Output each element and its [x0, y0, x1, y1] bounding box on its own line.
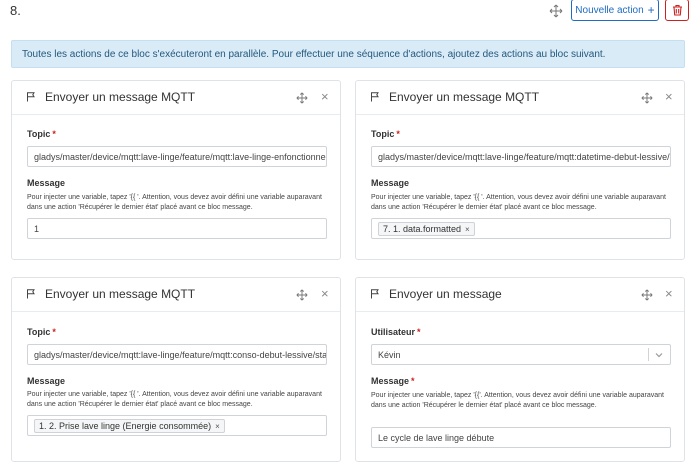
- select-separator: [648, 348, 649, 361]
- user-select-value: Kévin: [378, 350, 401, 360]
- required-mark: *: [417, 327, 421, 337]
- mqtt-action-card-1: Envoyer un message MQTT × Topic * gladys/…: [11, 80, 341, 260]
- mqtt-action-card-3: Envoyer un message MQTT × Topic * gladys/…: [11, 277, 341, 462]
- move-icon[interactable]: [641, 289, 653, 301]
- move-icon[interactable]: [641, 92, 653, 104]
- variable-help-text: Pour injecter une variable, tapez '{{ '.…: [371, 194, 666, 211]
- message-input[interactable]: 1. 2. Prise lave linge (Energie consommé…: [27, 415, 327, 436]
- message-input[interactable]: 7. 1. data.formatted ×: [371, 218, 671, 239]
- topic-label: Topic *: [27, 129, 56, 139]
- variable-help-text: Pour injecter une variable, tapez '{{ '.…: [27, 194, 322, 211]
- card-header: Envoyer un message ×: [356, 278, 684, 312]
- required-mark: *: [396, 129, 400, 139]
- message-input[interactable]: Le cycle de lave linge débute: [371, 427, 671, 448]
- close-icon[interactable]: ×: [321, 287, 329, 300]
- topic-label-text: Topic: [27, 327, 51, 337]
- card-header: Envoyer un message MQTT ×: [356, 81, 684, 115]
- step-number: 8.: [10, 3, 21, 18]
- topic-input[interactable]: gladys/master/device/mqtt:lave-linge/fea…: [27, 344, 327, 365]
- message-input[interactable]: 1: [27, 218, 327, 239]
- variable-tag-label: 1. 2. Prise lave linge (Energie consommé…: [39, 421, 212, 431]
- close-icon[interactable]: ×: [665, 90, 673, 103]
- required-mark: *: [52, 327, 56, 337]
- flag-icon: [371, 92, 379, 102]
- close-icon[interactable]: ×: [321, 90, 329, 103]
- message-label: Message: [371, 178, 410, 188]
- card-header: Envoyer un message MQTT ×: [12, 278, 340, 312]
- topic-input[interactable]: gladys/master/device/mqtt:lave-linge/fea…: [371, 146, 671, 167]
- message-label: Message: [27, 178, 66, 188]
- required-mark: *: [52, 129, 56, 139]
- user-label: Utilisateur *: [371, 327, 421, 337]
- move-icon[interactable]: [549, 4, 563, 18]
- delete-step-button[interactable]: [665, 0, 689, 21]
- user-select[interactable]: Kévin: [371, 344, 671, 365]
- message-label: Message *: [371, 376, 415, 386]
- card-title: Envoyer un message MQTT: [45, 90, 196, 104]
- variable-tag: 1. 2. Prise lave linge (Energie consommé…: [34, 419, 225, 433]
- message-label-text: Message: [371, 376, 410, 386]
- plus-icon: +: [647, 3, 655, 17]
- card-title: Envoyer un message MQTT: [389, 90, 540, 104]
- flag-icon: [371, 289, 379, 299]
- card-header: Envoyer un message MQTT ×: [12, 81, 340, 115]
- move-icon[interactable]: [296, 92, 308, 104]
- chevron-down-icon[interactable]: [654, 350, 664, 360]
- move-icon[interactable]: [296, 289, 308, 301]
- topic-label: Topic *: [27, 327, 56, 337]
- variable-tag-label: 7. 1. data.formatted: [383, 224, 462, 234]
- topic-label-text: Topic: [27, 129, 51, 139]
- variable-tag: 7. 1. data.formatted ×: [378, 222, 475, 236]
- topic-label: Topic *: [371, 129, 400, 139]
- user-label-text: Utilisateur: [371, 327, 416, 337]
- message-label: Message: [27, 376, 66, 386]
- required-mark: *: [411, 376, 415, 386]
- variable-help-text: Pour injecter une variable, tapez '{{ '.…: [27, 391, 322, 408]
- tag-remove-icon[interactable]: ×: [215, 422, 220, 431]
- trash-icon: [672, 4, 682, 16]
- flag-icon: [27, 289, 35, 299]
- close-icon[interactable]: ×: [665, 287, 673, 300]
- parallel-info-alert: Toutes les actions de ce bloc s'exécuter…: [11, 40, 685, 68]
- card-title: Envoyer un message: [389, 287, 502, 301]
- new-action-button[interactable]: Nouvelle action +: [571, 0, 659, 21]
- topic-input[interactable]: gladys/master/device/mqtt:lave-linge/fea…: [27, 146, 327, 167]
- topic-label-text: Topic: [371, 129, 395, 139]
- tag-remove-icon[interactable]: ×: [465, 225, 470, 234]
- card-title: Envoyer un message MQTT: [45, 287, 196, 301]
- message-action-card: Envoyer un message × Utilisateur * Kévin …: [355, 277, 685, 462]
- new-action-label: Nouvelle action: [575, 4, 644, 16]
- mqtt-action-card-2: Envoyer un message MQTT × Topic * gladys/…: [355, 80, 685, 260]
- flag-icon: [27, 92, 35, 102]
- variable-help-text: Pour injecter une variable, tapez '{{'. …: [371, 392, 664, 409]
- step-header: 8. Nouvelle action +: [0, 0, 690, 24]
